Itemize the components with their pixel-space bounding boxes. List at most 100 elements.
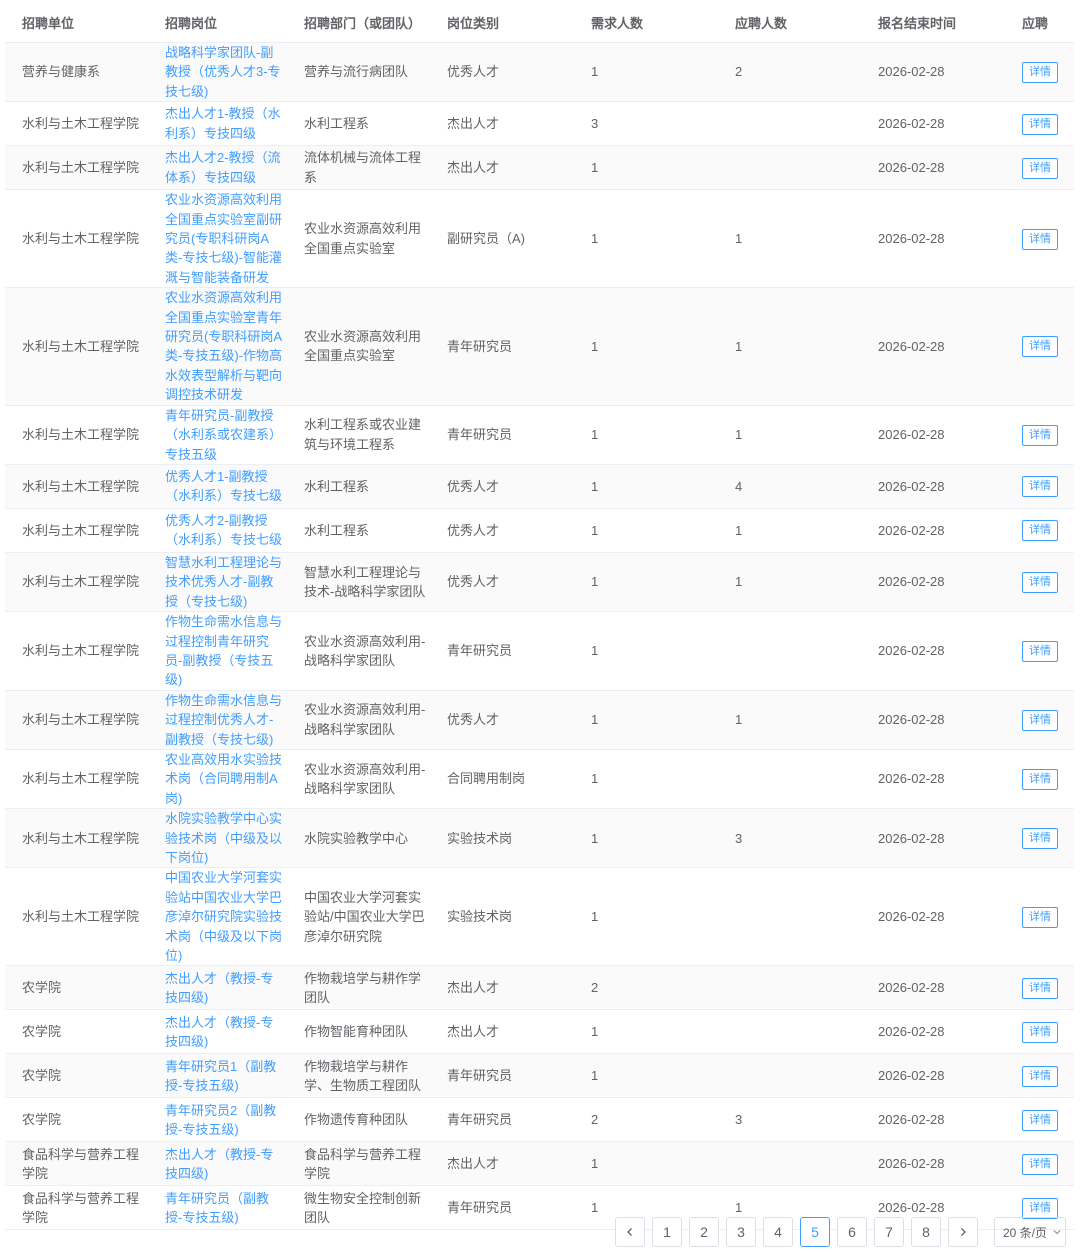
header-applied: 应聘人数 — [718, 3, 861, 43]
table-row: 水利与土木工程学院 农业水资源高效利用全国重点实验室青年研究员(专职科研岗A类-… — [5, 287, 1074, 406]
department-cell: 作物遗传育种团队 — [287, 1097, 430, 1143]
detail-button[interactable]: 详情 — [1022, 113, 1058, 135]
apply-cell: 详情 — [1005, 1141, 1074, 1187]
apply-cell: 详情 — [1005, 464, 1074, 509]
unit-cell: 水利与土木工程学院 — [5, 405, 148, 465]
detail-button[interactable]: 详情 — [1022, 336, 1058, 358]
page-button-3[interactable]: 3 — [726, 1217, 756, 1247]
deadline-cell: 2026-02-28 — [861, 145, 1005, 191]
position-link[interactable]: 中国农业大学河套实验站中国农业大学巴彦淖尔研究院实验技术岗（中级及以下岗位) — [148, 867, 287, 967]
position-link[interactable]: 杰出人才（教授-专技四级) — [148, 1009, 287, 1055]
detail-button[interactable]: 详情 — [1022, 228, 1058, 250]
position-link[interactable]: 农业高效用水实验技术岗（合同聘用制A岗) — [148, 749, 287, 810]
page-size-select[interactable]: 20 条/页 — [994, 1217, 1066, 1247]
applied-count-cell — [718, 749, 861, 810]
position-link[interactable]: 青年研究员2（副教授-专技五级) — [148, 1097, 287, 1143]
position-link[interactable]: 杰出人才1-教授（水利系）专技四级 — [148, 101, 287, 147]
detail-button[interactable]: 详情 — [1022, 520, 1058, 542]
category-cell: 杰出人才 — [430, 1141, 574, 1187]
detail-button[interactable]: 详情 — [1022, 977, 1058, 999]
position-link[interactable]: 作物生命需水信息与过程控制优秀人才-副教授（专技七级) — [148, 690, 287, 750]
job-listing-page: 招聘单位 招聘岗位 招聘部门（或团队） 岗位类别 需求人数 应聘人数 报名结束时… — [0, 0, 1080, 1252]
applied-count-cell: 1 — [718, 552, 861, 613]
unit-cell: 水利与土木工程学院 — [5, 145, 148, 191]
position-link[interactable]: 智慧水利工程理论与技术优秀人才-副教授（专技七级) — [148, 552, 287, 613]
position-link[interactable]: 青年研究员1（副教授-专技五级) — [148, 1053, 287, 1099]
detail-button[interactable]: 详情 — [1022, 1065, 1058, 1087]
department-cell: 农业水资源高效利用-战略科学家团队 — [287, 749, 430, 810]
position-link[interactable]: 战略科学家团队-副教授（优秀人才3-专技七级) — [148, 42, 287, 103]
applied-count-cell: 1 — [718, 189, 861, 289]
need-count-cell: 1 — [574, 287, 718, 406]
detail-button[interactable]: 详情 — [1022, 572, 1058, 594]
header-unit: 招聘单位 — [5, 3, 148, 43]
deadline-cell: 2026-02-28 — [861, 42, 1005, 103]
department-cell: 农业水资源高效利用全国重点实验室 — [287, 189, 430, 289]
detail-button[interactable]: 详情 — [1022, 709, 1058, 731]
need-count-cell: 1 — [574, 1141, 718, 1187]
detail-button[interactable]: 详情 — [1022, 906, 1058, 928]
applied-count-cell: 4 — [718, 464, 861, 509]
detail-button[interactable]: 详情 — [1022, 1153, 1058, 1175]
position-link[interactable]: 水院实验教学中心实验技术岗（中级及以下岗位) — [148, 808, 287, 869]
detail-button[interactable]: 详情 — [1022, 1197, 1058, 1219]
detail-button[interactable]: 详情 — [1022, 157, 1058, 179]
position-link[interactable]: 作物生命需水信息与过程控制青年研究员-副教授（专技五级) — [148, 611, 287, 691]
detail-button[interactable]: 详情 — [1022, 476, 1058, 498]
deadline-cell: 2026-02-28 — [861, 690, 1005, 750]
table-row: 水利与土木工程学院 水院实验教学中心实验技术岗（中级及以下岗位) 水院实验教学中… — [5, 808, 1074, 869]
detail-button[interactable]: 详情 — [1022, 424, 1058, 446]
unit-cell: 水利与土木工程学院 — [5, 749, 148, 810]
table-row: 食品科学与营养工程学院 杰出人才（教授-专技四级) 食品科学与营养工程学院 杰出… — [5, 1141, 1074, 1187]
apply-cell: 详情 — [1005, 690, 1074, 750]
header-deadline: 报名结束时间 — [861, 3, 1005, 43]
need-count-cell: 1 — [574, 690, 718, 750]
need-count-cell: 1 — [574, 1053, 718, 1099]
position-link[interactable]: 农业水资源高效利用全国重点实验室副研究员(专职科研岗A类-专技七级)-智能灌溉与… — [148, 189, 287, 289]
page-button-1[interactable]: 1 — [652, 1217, 682, 1247]
table-row: 水利与土木工程学院 杰出人才1-教授（水利系）专技四级 水利工程系 杰出人才 3… — [5, 101, 1074, 147]
position-link[interactable]: 优秀人才1-副教授（水利系）专技七级 — [148, 464, 287, 509]
need-count-cell: 1 — [574, 808, 718, 869]
page-button-7[interactable]: 7 — [874, 1217, 904, 1247]
apply-cell: 详情 — [1005, 405, 1074, 465]
detail-button[interactable]: 详情 — [1022, 1109, 1058, 1131]
deadline-cell: 2026-02-28 — [861, 867, 1005, 967]
need-count-cell: 1 — [574, 508, 718, 553]
unit-cell: 水利与土木工程学院 — [5, 101, 148, 147]
deadline-cell: 2026-02-28 — [861, 1097, 1005, 1143]
detail-button[interactable]: 详情 — [1022, 62, 1058, 84]
position-link[interactable]: 青年研究员（副教授-专技五级) — [148, 1185, 287, 1231]
deadline-cell: 2026-02-28 — [861, 808, 1005, 869]
category-cell: 青年研究员 — [430, 611, 574, 691]
detail-button[interactable]: 详情 — [1022, 769, 1058, 791]
prev-page-button[interactable] — [615, 1217, 645, 1247]
page-button-2[interactable]: 2 — [689, 1217, 719, 1247]
category-cell: 实验技术岗 — [430, 867, 574, 967]
department-cell: 水利工程系 — [287, 101, 430, 147]
department-cell: 中国农业大学河套实验站/中国农业大学巴彦淖尔研究院 — [287, 867, 430, 967]
unit-cell: 农学院 — [5, 1009, 148, 1055]
position-link[interactable]: 杰出人才2-教授（流体系）专技四级 — [148, 145, 287, 191]
category-cell: 杰出人才 — [430, 145, 574, 191]
applied-count-cell: 1 — [718, 690, 861, 750]
position-link[interactable]: 杰出人才（教授-专技四级) — [148, 1141, 287, 1187]
detail-button[interactable]: 详情 — [1022, 640, 1058, 662]
position-link[interactable]: 青年研究员-副教授（水利系或农建系）专技五级 — [148, 405, 287, 465]
table-row: 农学院 杰出人才（教授-专技四级) 作物智能育种团队 杰出人才 1 2026-0… — [5, 1009, 1074, 1055]
detail-button[interactable]: 详情 — [1022, 828, 1058, 850]
position-link[interactable]: 优秀人才2-副教授（水利系）专技七级 — [148, 508, 287, 553]
page-button-6[interactable]: 6 — [837, 1217, 867, 1247]
unit-cell: 农学院 — [5, 1053, 148, 1099]
applied-count-cell — [718, 101, 861, 147]
next-page-button[interactable] — [948, 1217, 978, 1247]
table-row: 水利与土木工程学院 作物生命需水信息与过程控制优秀人才-副教授（专技七级) 农业… — [5, 690, 1074, 750]
page-button-8[interactable]: 8 — [911, 1217, 941, 1247]
position-link[interactable]: 杰出人才（教授-专技四级) — [148, 965, 287, 1011]
need-count-cell: 1 — [574, 405, 718, 465]
page-button-4[interactable]: 4 — [763, 1217, 793, 1247]
category-cell: 实验技术岗 — [430, 808, 574, 869]
position-link[interactable]: 农业水资源高效利用全国重点实验室青年研究员(专职科研岗A类-专技五级)-作物高水… — [148, 287, 287, 406]
detail-button[interactable]: 详情 — [1022, 1021, 1058, 1043]
page-button-5-current[interactable]: 5 — [800, 1217, 830, 1247]
